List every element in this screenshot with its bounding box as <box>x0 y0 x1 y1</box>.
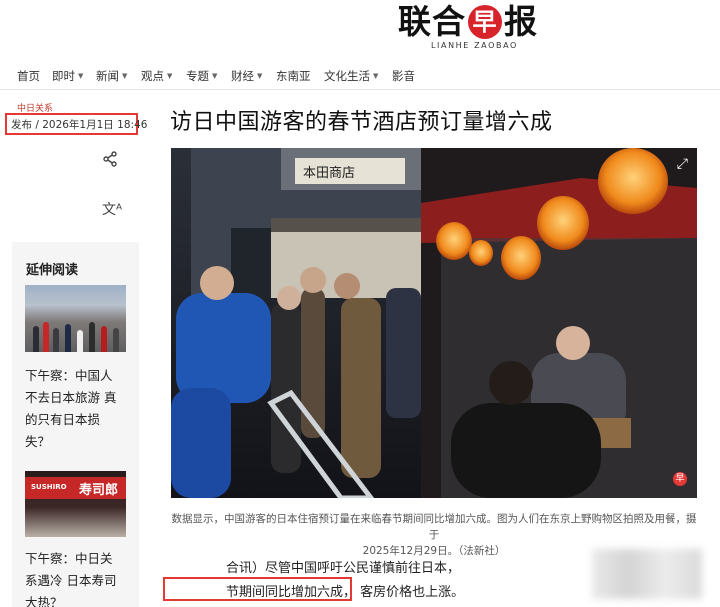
nav-item-topics[interactable]: 专题 ▼ <box>186 68 217 84</box>
nav-item-news[interactable]: 新闻 ▼ <box>96 68 127 84</box>
article-body-line: 合讯）尽管中国呼吁公民谨慎前往日本， <box>226 561 461 576</box>
related-item-title[interactable]: 下午察：中国人 不去日本旅游 真 的只有日本损 失？ <box>25 365 129 453</box>
chevron-down-icon: ▼ <box>257 72 263 80</box>
expand-icon[interactable]: ⤢ <box>677 156 688 172</box>
chevron-down-icon: ▼ <box>212 72 218 80</box>
nav-item-culture[interactable]: 文化生活 ▼ <box>324 68 378 84</box>
nav-item-sea[interactable]: 东南亚 <box>276 68 311 84</box>
sidebar-title: 延伸阅读 <box>26 263 79 278</box>
photo-scene: 本田商店 <box>171 148 697 498</box>
nav-item-realtime[interactable]: 即时 ▼ <box>52 68 83 84</box>
article-photo[interactable]: 本田商店 ⤢ 早 <box>171 148 697 498</box>
article-body-line: 节期间同比增加六成， 客房价格也上涨。 <box>226 585 465 600</box>
nav-item-opinion[interactable]: 观点 ▼ <box>141 68 172 84</box>
translate-icon[interactable]: 文ᴬ <box>102 199 122 219</box>
publish-date: 发布 / 2026年1月1日 18:46 <box>11 119 148 131</box>
nav-item-home[interactable]: 首页 <box>17 68 40 84</box>
blurred-region <box>592 549 702 599</box>
article-title: 访日中国游客的春节酒店预订量增六成 <box>170 110 553 135</box>
nav-item-finance[interactable]: 财经 ▼ <box>231 68 262 84</box>
masthead: 联合早报 LIANHE ZAOBAO <box>0 0 720 58</box>
logo-seal-icon: 早 <box>468 5 502 39</box>
share-icon[interactable] <box>102 151 118 167</box>
related-item-title[interactable]: 下午察：中日关 系遇冷 日本寿司 大热？ <box>25 548 129 607</box>
chevron-down-icon: ▼ <box>122 72 128 80</box>
logo-english: LIANHE ZAOBAO <box>431 41 518 50</box>
nav-item-video[interactable]: 影音 <box>392 68 415 84</box>
related-thumbnail[interactable] <box>25 285 126 352</box>
sign-text: 寿司郎 <box>79 483 119 498</box>
zaobao-logo[interactable]: 联合早报 LIANHE ZAOBAO <box>398 2 558 54</box>
related-thumbnail[interactable]: SUSHIRO 寿司郎 <box>25 471 126 537</box>
sign-text: SUSHIRO <box>31 483 67 491</box>
chevron-down-icon: ▼ <box>373 72 379 80</box>
chevron-down-icon: ▼ <box>78 72 84 80</box>
main-nav: 首页 即时 ▼ 新闻 ▼ 观点 ▼ 专题 ▼ 财经 ▼ 东南亚 文化生活 ▼ 影音 <box>0 60 720 90</box>
logo-chinese: 联合早报 <box>398 2 538 41</box>
photo-sign-text: 本田商店 <box>303 166 355 181</box>
zaobao-badge-icon: 早 <box>673 472 687 486</box>
chevron-down-icon: ▼ <box>167 72 173 80</box>
related-reading-sidebar: 延伸阅读 下午察：中国人 不去日本旅游 真 的只有日本损 失？ SUSHIRO … <box>12 242 139 607</box>
